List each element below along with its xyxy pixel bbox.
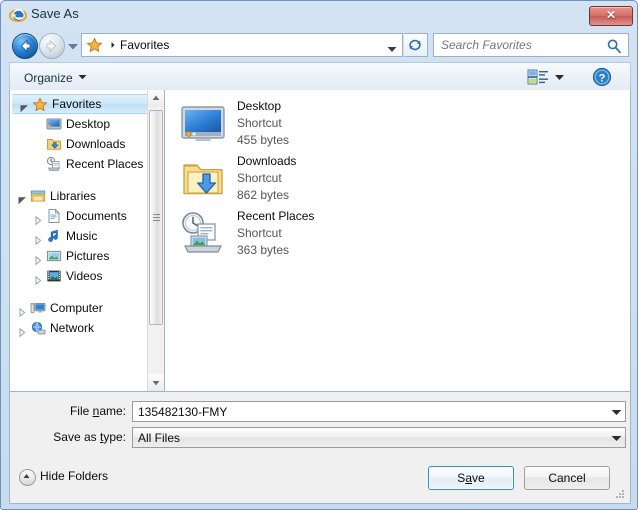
videos-icon <box>46 268 62 290</box>
forward-button[interactable] <box>39 33 65 59</box>
history-dropdown-button[interactable] <box>67 40 79 50</box>
save-as-type-label: Save as type: <box>30 430 126 444</box>
hide-folders-label: Hide Folders <box>40 469 109 483</box>
file-name-dropdown-button[interactable] <box>608 402 625 421</box>
command-toolbar: Organize ? <box>9 62 631 91</box>
file-name-label-pre: File <box>69 404 93 418</box>
file-name-input[interactable]: 135482130-FMY <box>132 401 626 422</box>
back-button[interactable] <box>12 33 38 59</box>
chevron-down-icon <box>78 69 87 83</box>
navigation-scrollbar[interactable] <box>147 90 164 391</box>
search-icon <box>606 38 622 57</box>
tree-item-label: Pictures <box>66 249 110 263</box>
search-placeholder: Search Favorites <box>441 38 532 52</box>
organize-button[interactable]: Organize <box>20 68 93 87</box>
expander-collapsed-icon[interactable] <box>18 323 27 343</box>
tree-item-videos[interactable]: Videos <box>10 266 150 286</box>
file-name-label-post: ame: <box>99 404 126 418</box>
organize-label: Organize <box>24 71 73 85</box>
list-item-name: Recent Places <box>237 209 315 223</box>
recent-places-icon <box>46 156 62 178</box>
view-mode-button[interactable] <box>524 67 570 87</box>
internet-explorer-icon <box>8 6 28 24</box>
cancel-button[interactable]: Cancel <box>524 466 610 490</box>
tree-item-favorites[interactable]: Favorites <box>12 94 148 114</box>
tree-item-label: Libraries <box>50 189 97 203</box>
help-button[interactable]: ? <box>592 67 612 87</box>
window-title: Save As <box>31 6 79 21</box>
list-item-type: Shortcut <box>237 116 282 130</box>
close-button[interactable]: ✕ <box>589 6 633 26</box>
list-item-name: Downloads <box>237 154 297 168</box>
scrollbar-grip-icon <box>153 214 160 221</box>
tree-item-label: Documents <box>66 209 127 223</box>
save-as-dialog: Save As ✕ Favorites Search Favorites Org… <box>0 0 638 510</box>
list-item-name: Desktop <box>237 99 282 113</box>
list-item[interactable]: Recent Places Shortcut 363 bytes <box>175 208 435 262</box>
close-icon: ✕ <box>605 8 617 22</box>
scroll-down-arrow-icon[interactable] <box>148 374 164 391</box>
tree-item-label: Music <box>66 229 98 243</box>
tree-item-documents[interactable]: Documents <box>10 206 150 226</box>
folder-tree: Favorites Desktop Downloads Recent Place… <box>10 94 150 338</box>
resize-grip-icon[interactable] <box>614 488 626 500</box>
list-item-type: Shortcut <box>237 226 282 240</box>
tree-item-computer[interactable]: Computer <box>10 298 150 318</box>
breadcrumb[interactable]: Favorites <box>120 38 169 52</box>
list-item-type: Shortcut <box>237 171 282 185</box>
tree-item-network[interactable]: Network <box>10 318 150 338</box>
scrollbar-thumb[interactable] <box>149 110 163 325</box>
tree-item-label: Downloads <box>66 137 126 151</box>
save-label-accel: a <box>465 471 472 485</box>
dialog-footer: Hide Folders Save Cancel <box>9 450 631 504</box>
refresh-button[interactable] <box>404 33 428 57</box>
address-bar: Favorites Search Favorites <box>9 32 631 59</box>
file-name-value: 135482130-FMY <box>138 405 228 419</box>
save-as-type-select[interactable]: All Files <box>132 427 626 448</box>
list-item[interactable]: Downloads Shortcut 862 bytes <box>175 153 435 207</box>
tree-item-downloads[interactable]: Downloads <box>10 134 150 154</box>
list-item-size: 455 bytes <box>237 133 290 147</box>
search-input[interactable]: Search Favorites <box>433 33 629 57</box>
tree-group-spacer <box>10 174 150 186</box>
save-as-type-label-post: ype: <box>103 430 126 444</box>
tree-item-desktop[interactable]: Desktop <box>10 114 150 134</box>
file-list-pane: Desktop Shortcut 455 bytes Downloads Sho… <box>165 90 631 392</box>
file-name-label: File name: <box>30 404 126 418</box>
tree-item-label: Desktop <box>66 117 111 131</box>
list-item-size: 363 bytes <box>237 243 290 257</box>
address-dropdown-button[interactable] <box>386 42 398 52</box>
save-label-post: ve <box>472 471 485 485</box>
chevron-up-circle-icon <box>19 469 36 486</box>
favorites-star-icon <box>86 37 103 57</box>
save-button[interactable]: Save <box>428 466 514 490</box>
tree-group-spacer <box>10 286 150 298</box>
tree-item-label: Computer <box>50 301 103 315</box>
recent-places-shortcut-icon <box>179 210 227 258</box>
address-input[interactable]: Favorites <box>81 33 403 57</box>
list-item[interactable]: Desktop Shortcut 455 bytes <box>175 98 435 152</box>
tree-item-label: Recent Places <box>66 157 144 171</box>
expander-collapsed-icon[interactable] <box>34 271 43 291</box>
downloads-shortcut-icon <box>179 155 227 203</box>
tree-item-libraries[interactable]: Libraries <box>10 186 150 206</box>
tree-item-recent-places[interactable]: Recent Places <box>10 154 150 174</box>
list-item-size: 862 bytes <box>237 188 290 202</box>
save-form: File name: 135482130-FMY Save as type: A… <box>9 392 631 450</box>
title-bar: Save As ✕ <box>1 1 638 29</box>
scroll-up-arrow-icon[interactable] <box>148 90 164 107</box>
tree-item-label: Videos <box>66 269 103 283</box>
save-as-type-label-pre: Save as <box>53 430 100 444</box>
tree-item-label: Network <box>50 321 95 335</box>
tree-item-label: Favorites <box>52 97 102 111</box>
tree-item-music[interactable]: Music <box>10 226 150 246</box>
breadcrumb-separator-icon <box>108 38 118 52</box>
network-icon <box>30 320 46 342</box>
navigation-pane: Favorites Desktop Downloads Recent Place… <box>9 90 165 392</box>
save-as-type-value: All Files <box>138 431 181 445</box>
tree-item-pictures[interactable]: Pictures <box>10 246 150 266</box>
desktop-shortcut-icon <box>179 100 227 148</box>
save-as-type-dropdown-button[interactable] <box>608 428 625 447</box>
svg-text:?: ? <box>599 72 606 84</box>
